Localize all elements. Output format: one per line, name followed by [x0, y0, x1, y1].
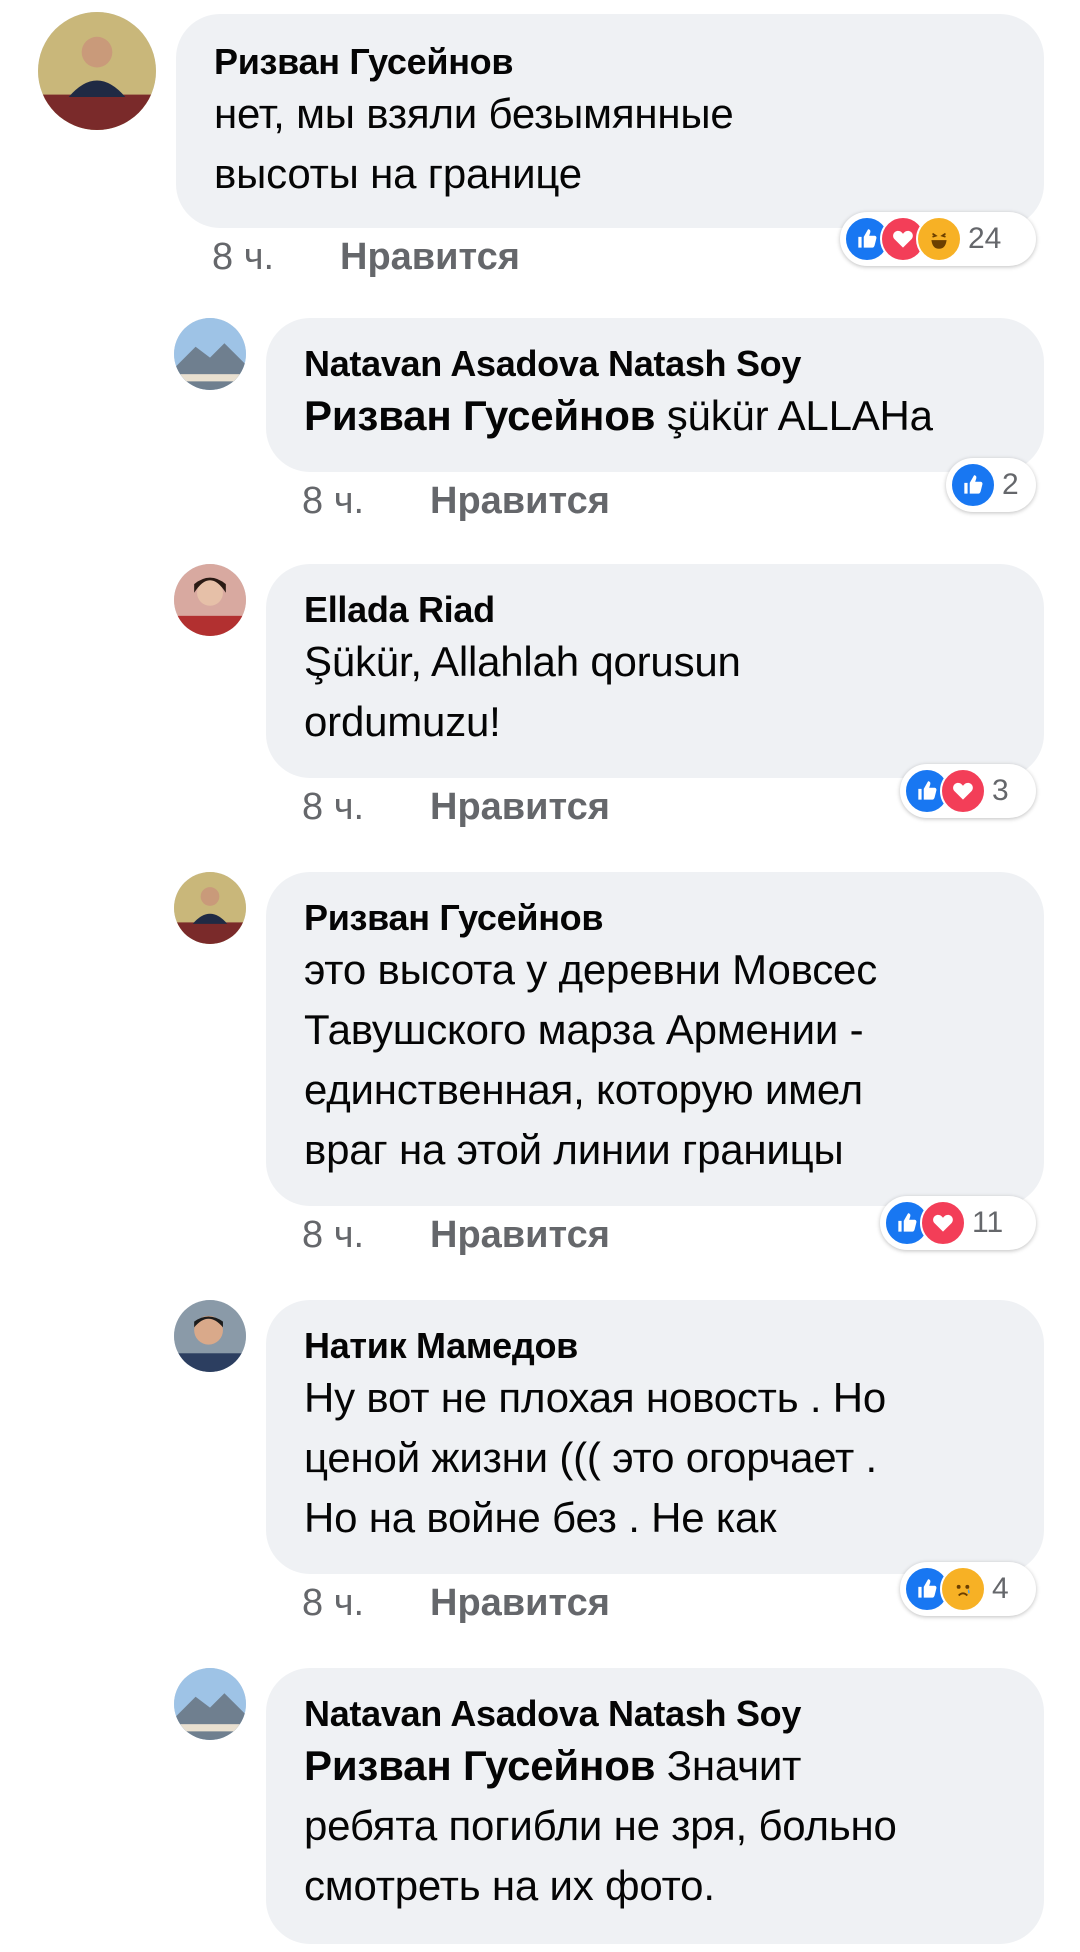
comment-text: Ну вот не плохая новость . Но ценой жизн… — [304, 1368, 1006, 1548]
like-icon — [950, 462, 996, 508]
comment-bubble: Natavan Asadova Natash Soy Ризван Гусейн… — [266, 318, 1044, 472]
comment-bubble: Ризван Гусейнов это высота у деревни Мов… — [266, 872, 1044, 1206]
man-in-suit-avatar-icon — [174, 872, 246, 944]
comment-text: Ризван Гусейнов şükür ALLAHa — [304, 386, 1006, 446]
comment-text: нет, мы взяли безымянные высоты на грани… — [214, 84, 1006, 204]
reactions-summary[interactable]: 24 — [840, 212, 1036, 266]
reactions-summary[interactable]: 3 — [900, 764, 1036, 818]
comment-meta: 8 ч. Нравится — [302, 1582, 610, 1625]
comment-line: Но на войне без . Не как — [304, 1494, 777, 1541]
reactions-summary[interactable]: 11 — [880, 1196, 1036, 1250]
avatar[interactable] — [174, 318, 246, 390]
comment-time[interactable]: 8 ч. — [302, 1582, 430, 1625]
reaction-count: 2 — [1002, 468, 1019, 501]
like-button[interactable]: Нравится — [430, 480, 610, 523]
comment-meta: 8 ч. Нравится — [302, 786, 610, 829]
love-icon — [920, 1200, 966, 1246]
mountain-landscape-avatar-icon — [174, 1668, 246, 1740]
like-button[interactable]: Нравится — [430, 1214, 610, 1257]
reactions-summary[interactable]: 4 — [900, 1562, 1036, 1616]
avatar[interactable] — [38, 12, 156, 130]
mention-link[interactable]: Ризван Гусейнов — [304, 392, 655, 439]
comment-line: единственная, которую имел — [304, 1066, 863, 1113]
comment-line: Şükür, Allahlah qorusun — [304, 638, 741, 685]
comment-text: Şükür, Allahlah qorusun ordumuzu! — [304, 632, 1006, 752]
reactions-summary[interactable]: 2 — [946, 458, 1036, 512]
avatar[interactable] — [174, 564, 246, 636]
comment-bubble: Натик Мамедов Ну вот не плохая новость .… — [266, 1300, 1044, 1574]
like-button[interactable]: Нравится — [430, 786, 610, 829]
comment-time[interactable]: 8 ч. — [212, 236, 340, 279]
reaction-count: 3 — [992, 774, 1009, 807]
haha-icon — [916, 216, 962, 262]
comment-bubble: Ellada Riad Şükür, Allahlah qorusun ordu… — [266, 564, 1044, 778]
avatar[interactable] — [174, 1300, 246, 1372]
avatar[interactable] — [174, 872, 246, 944]
comment-line: ценой жизни ((( это огорчает . — [304, 1434, 878, 1481]
comment-line: смотреть на их фото. — [304, 1862, 715, 1909]
sad-icon — [940, 1566, 986, 1612]
comment-line: şükür ALLAHa — [655, 392, 933, 439]
comment-meta: 8 ч. Нравится — [302, 480, 610, 523]
mention-link[interactable]: Ризван Гусейнов — [304, 1742, 655, 1789]
comment-author[interactable]: Natavan Asadova Natash Soy — [304, 1692, 1006, 1736]
comment-author[interactable]: Ellada Riad — [304, 588, 1006, 632]
comment-author[interactable]: Ризван Гусейнов — [214, 40, 1006, 84]
comment-line: Ну вот не плохая новость . Но — [304, 1374, 887, 1421]
comment-time[interactable]: 8 ч. — [302, 480, 430, 523]
reaction-count: 4 — [992, 1572, 1009, 1605]
woman-portrait-avatar-icon — [174, 564, 246, 636]
man-in-suit-avatar-icon — [38, 12, 156, 130]
comment-bubble: Ризван Гусейнов нет, мы взяли безымянные… — [176, 14, 1044, 228]
comment-line: высоты на границе — [214, 150, 582, 197]
man-portrait-avatar-icon — [174, 1300, 246, 1372]
reaction-count: 11 — [972, 1206, 1004, 1239]
mountain-landscape-avatar-icon — [174, 318, 246, 390]
comment-text: Ризван Гусейнов Значит ребята погибли не… — [304, 1736, 1006, 1916]
comment-time[interactable]: 8 ч. — [302, 786, 430, 829]
comment-author[interactable]: Натик Мамедов — [304, 1324, 1006, 1368]
reaction-count: 24 — [968, 222, 1002, 255]
comment-author[interactable]: Natavan Asadova Natash Soy — [304, 342, 1006, 386]
comment-line: враг на этой линии границы — [304, 1126, 844, 1173]
comment-time[interactable]: 8 ч. — [302, 1214, 430, 1257]
comment-line: ребята погибли не зря, больно — [304, 1802, 897, 1849]
comment-line: ordumuzu! — [304, 698, 501, 745]
comment-line: нет, мы взяли безымянные — [214, 90, 734, 137]
love-icon — [940, 768, 986, 814]
avatar[interactable] — [174, 1668, 246, 1740]
comment-line: это высота у деревни Мовсес — [304, 946, 878, 993]
comment-author[interactable]: Ризван Гусейнов — [304, 896, 1006, 940]
comment-meta: 8 ч. Нравится — [302, 1214, 610, 1257]
comment-line: Значит — [655, 1742, 802, 1789]
comment-line: Тавушского марза Армении - — [304, 1006, 864, 1053]
comment-bubble: Natavan Asadova Natash Soy Ризван Гусейн… — [266, 1668, 1044, 1944]
like-button[interactable]: Нравится — [430, 1582, 610, 1625]
comment-text: это высота у деревни Мовсес Тавушского м… — [304, 940, 1006, 1180]
comment-meta: 8 ч. Нравится — [212, 236, 520, 279]
like-button[interactable]: Нравится — [340, 236, 520, 279]
